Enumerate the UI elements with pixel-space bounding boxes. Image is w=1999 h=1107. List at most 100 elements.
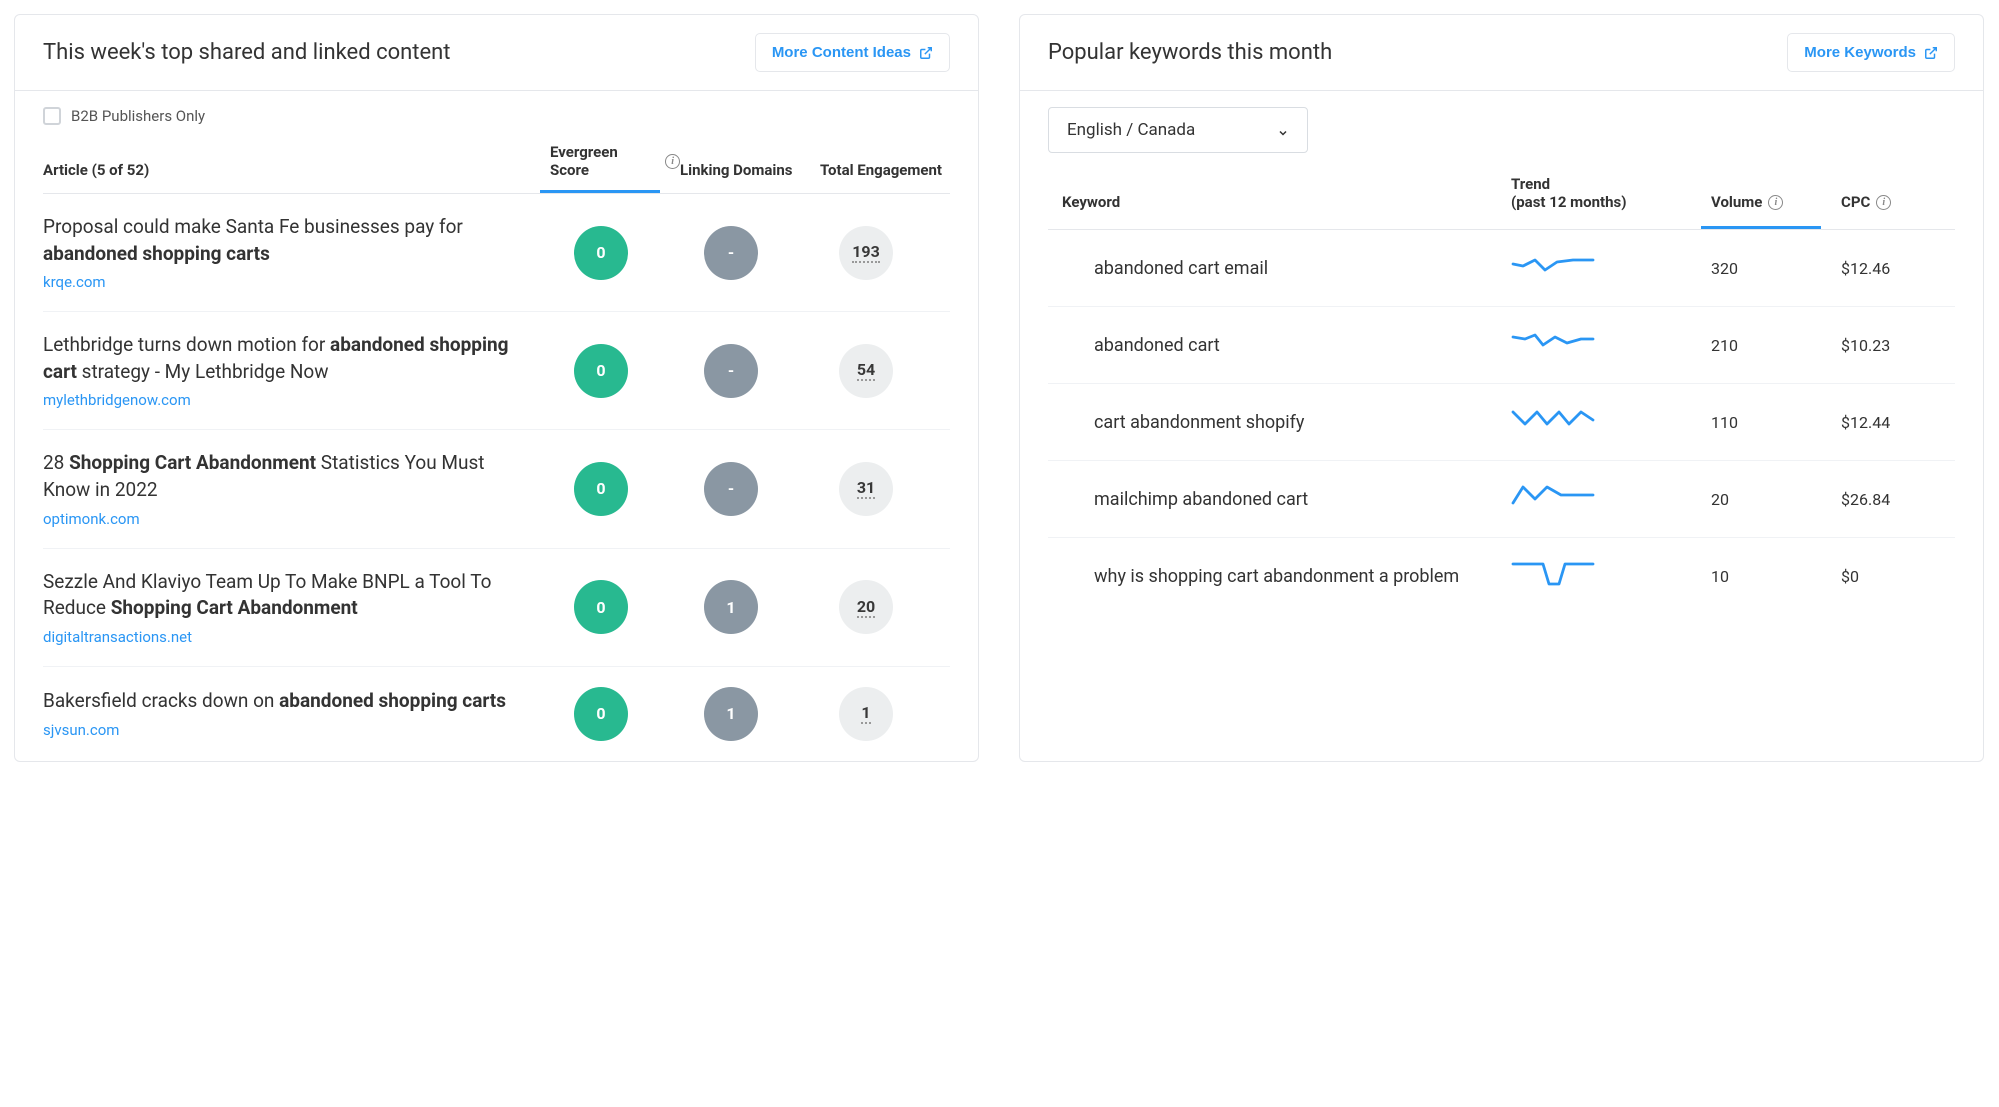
content-panel: This week's top shared and linked conten… [14,14,979,762]
col-engagement[interactable]: Total Engagement [810,161,950,179]
article-title[interactable]: Bakersfield cracks down on abandoned sho… [43,688,526,715]
article-cell: Proposal could make Santa Fe businesses … [43,214,550,291]
col-article[interactable]: Article (5 of 52) [43,161,550,179]
cpc-value: $0 [1841,567,1941,586]
volume-value: 20 [1711,490,1841,509]
more-content-label: More Content Ideas [772,44,911,61]
b2b-filter-row: B2B Publishers Only [43,107,950,125]
info-icon[interactable]: i [1876,195,1891,210]
active-underline [540,190,660,193]
engagement-badge[interactable]: 54 [839,344,893,398]
keyword-row: cart abandonment shopify 110 $12.44 [1048,384,1955,461]
article-domain[interactable]: krqe.com [43,273,526,291]
trend-cell [1511,252,1711,284]
keyword-row: abandoned cart email 320 $12.46 [1048,230,1955,307]
evergreen-badge[interactable]: 0 [574,344,628,398]
article-cell: Lethbridge turns down motion for abandon… [43,332,550,409]
trend-cell [1511,406,1711,438]
volume-value: 10 [1711,567,1841,586]
evergreen-cell: 0 [550,226,680,280]
article-domain[interactable]: sjvsun.com [43,721,526,739]
trend-cell [1511,560,1711,592]
engagement-badge[interactable]: 193 [839,226,893,280]
volume-value: 110 [1711,413,1841,432]
linking-badge[interactable]: - [704,344,758,398]
evergreen-cell: 0 [550,462,680,516]
chevron-down-icon [1277,124,1289,136]
article-title[interactable]: Lethbridge turns down motion for abandon… [43,332,526,385]
keyword-text[interactable]: abandoned cart email [1062,258,1511,279]
more-keywords-button[interactable]: More Keywords [1787,33,1955,72]
trend-sparkline [1511,560,1601,588]
content-columns: Article (5 of 52) Evergreen Score i Link… [43,143,950,194]
keyword-row: why is shopping cart abandonment a probl… [1048,538,1955,614]
evergreen-badge[interactable]: 0 [574,462,628,516]
keyword-row: abandoned cart 210 $10.23 [1048,307,1955,384]
engagement-cell: 193 [810,226,950,280]
article-title[interactable]: 28 Shopping Cart Abandonment Statistics … [43,450,526,503]
trend-cell [1511,483,1711,515]
linking-badge[interactable]: - [704,462,758,516]
linking-badge[interactable]: - [704,226,758,280]
keywords-panel-header: Popular keywords this month More Keyword… [1020,15,1983,91]
keywords-panel-body: English / Canada Keyword Trend (past 12 … [1020,91,1983,628]
article-domain[interactable]: optimonk.com [43,510,526,528]
article-row: Proposal could make Santa Fe businesses … [43,194,950,312]
article-row: 28 Shopping Cart Abandonment Statistics … [43,430,950,548]
linking-cell: - [680,462,810,516]
info-icon[interactable]: i [665,154,680,169]
trend-cell [1511,329,1711,361]
col-keyword[interactable]: Keyword [1062,193,1511,211]
more-content-button[interactable]: More Content Ideas [755,33,950,72]
language-select[interactable]: English / Canada [1048,107,1308,153]
evergreen-cell: 0 [550,344,680,398]
b2b-checkbox[interactable] [43,107,61,125]
engagement-badge[interactable]: 31 [839,462,893,516]
content-panel-body: B2B Publishers Only Article (5 of 52) Ev… [15,91,978,761]
linking-badge[interactable]: 1 [704,580,758,634]
article-title[interactable]: Sezzle And Klaviyo Team Up To Make BNPL … [43,569,526,622]
article-cell: 28 Shopping Cart Abandonment Statistics … [43,450,550,527]
info-icon[interactable]: i [1768,195,1783,210]
trend-sparkline [1511,406,1601,434]
linking-cell: - [680,226,810,280]
engagement-badge[interactable]: 1 [839,687,893,741]
col-volume[interactable]: Volume i [1711,193,1841,211]
article-row: Lethbridge turns down motion for abandon… [43,312,950,430]
keywords-panel: Popular keywords this month More Keyword… [1019,14,1984,762]
col-trend[interactable]: Trend (past 12 months) [1511,175,1711,211]
external-link-icon [1924,46,1938,60]
keyword-text[interactable]: abandoned cart [1062,335,1511,356]
col-cpc[interactable]: CPC i [1841,193,1941,211]
active-underline [1701,226,1821,229]
article-title[interactable]: Proposal could make Santa Fe businesses … [43,214,526,267]
article-row: Bakersfield cracks down on abandoned sho… [43,667,950,747]
keyword-text[interactable]: why is shopping cart abandonment a probl… [1062,566,1511,587]
external-link-icon [919,46,933,60]
engagement-cell: 20 [810,580,950,634]
engagement-badge[interactable]: 20 [839,580,893,634]
trend-sparkline [1511,483,1601,511]
keyword-rows: abandoned cart email 320 $12.46 abandone… [1048,230,1955,614]
content-panel-title: This week's top shared and linked conten… [43,40,451,65]
volume-value: 210 [1711,336,1841,355]
article-row: Sezzle And Klaviyo Team Up To Make BNPL … [43,549,950,667]
keywords-panel-title: Popular keywords this month [1048,40,1332,65]
cpc-value: $26.84 [1841,490,1941,509]
linking-badge[interactable]: 1 [704,687,758,741]
evergreen-badge[interactable]: 0 [574,226,628,280]
evergreen-cell: 0 [550,580,680,634]
col-linking[interactable]: Linking Domains [680,161,810,179]
evergreen-cell: 0 [550,687,680,741]
keyword-text[interactable]: cart abandonment shopify [1062,412,1511,433]
evergreen-badge[interactable]: 0 [574,580,628,634]
keyword-text[interactable]: mailchimp abandoned cart [1062,489,1511,510]
evergreen-badge[interactable]: 0 [574,687,628,741]
article-cell: Bakersfield cracks down on abandoned sho… [43,688,550,739]
article-domain[interactable]: mylethbridgenow.com [43,391,526,409]
cpc-value: $12.46 [1841,259,1941,278]
linking-cell: - [680,344,810,398]
article-domain[interactable]: digitaltransactions.net [43,628,526,646]
col-evergreen[interactable]: Evergreen Score i [550,143,680,179]
linking-cell: 1 [680,580,810,634]
